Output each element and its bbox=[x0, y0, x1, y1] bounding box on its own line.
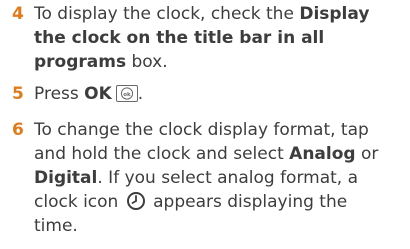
step-text: To change the clock display format, tap … bbox=[34, 118, 410, 238]
step-4-bold-b: the clock on the title bar in all bbox=[34, 28, 325, 48]
step-6-text-b: or bbox=[355, 144, 379, 164]
clock-icon bbox=[126, 192, 145, 210]
step-6-line-1: To change the clock display format, tap bbox=[34, 120, 369, 140]
step-5-end: . bbox=[137, 84, 144, 104]
step-text: To display the clock, check the Display … bbox=[34, 2, 410, 74]
step-6-text-e: appears displaying the bbox=[147, 192, 348, 212]
step-number: 5 bbox=[12, 84, 24, 104]
step-4-text-b: box. bbox=[126, 52, 168, 72]
step-6-text-a: and hold the clock and select bbox=[34, 144, 290, 164]
step-4-bold-c: programs bbox=[34, 52, 127, 72]
step-6-text-d: clock icon bbox=[34, 192, 124, 212]
ok-key-icon: ok bbox=[115, 85, 138, 102]
step-4-text-a: To display the clock, check the bbox=[34, 4, 300, 24]
step-4-bold-a: Display bbox=[299, 4, 370, 24]
step-text: Press OK ok. bbox=[34, 82, 410, 106]
step-6-bold-b: Digital bbox=[34, 168, 98, 188]
step-number: 6 bbox=[12, 120, 24, 140]
step-5-bold: OK bbox=[84, 84, 112, 104]
step-6-text-c: . If you select analog format, a bbox=[97, 168, 359, 188]
step-number: 4 bbox=[12, 4, 24, 24]
svg-text:ok: ok bbox=[123, 92, 131, 98]
step-6-line-5: time. bbox=[34, 216, 78, 236]
step-6-bold-a: Analog bbox=[289, 144, 356, 164]
instruction-document: 4 To display the clock, check the Displa… bbox=[0, 0, 410, 249]
step-5-text: Press bbox=[34, 84, 85, 104]
